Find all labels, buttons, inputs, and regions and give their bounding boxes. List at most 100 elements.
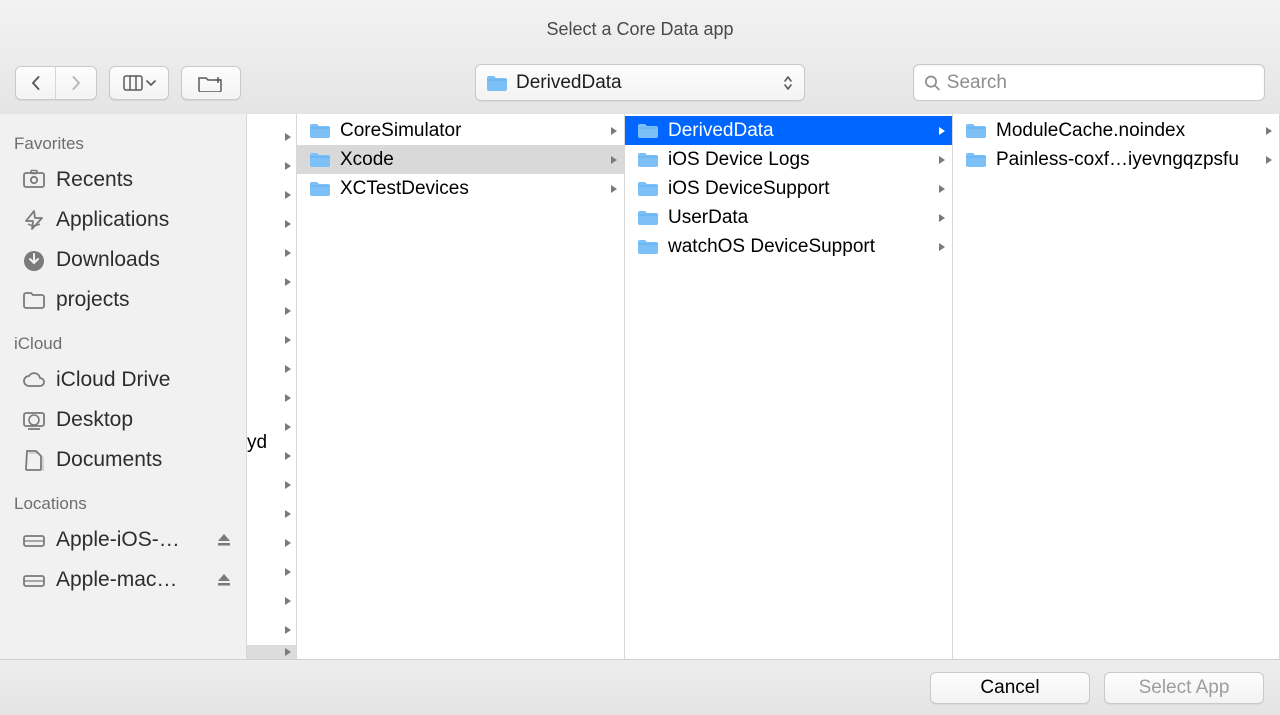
folder-icon <box>309 180 331 198</box>
eject-button[interactable] <box>216 532 232 548</box>
column-parent-row[interactable] <box>247 267 296 296</box>
sidebar-item-label: Desktop <box>56 408 133 432</box>
triangle-right-icon <box>284 647 292 657</box>
triangle-right-icon <box>284 393 292 403</box>
folder-icon <box>637 238 659 256</box>
triangle-right-icon <box>284 306 292 316</box>
column-parent-row[interactable] <box>247 238 296 267</box>
folder-icon <box>637 122 659 140</box>
view-mode-button[interactable] <box>109 66 169 100</box>
eject-button[interactable] <box>216 572 232 588</box>
list-item[interactable]: UserData <box>625 203 952 232</box>
chevron-down-icon <box>146 79 156 87</box>
column-2[interactable]: DerivedData iOS Device Logs iOS DeviceSupp… <box>625 114 953 659</box>
list-item-label: watchOS DeviceSupport <box>668 236 929 258</box>
column-parent-row[interactable] <box>247 499 296 528</box>
cancel-button[interactable]: Cancel <box>930 672 1090 704</box>
sidebar-item[interactable]: iCloud Drive <box>0 360 246 400</box>
list-item[interactable]: XCTestDevices <box>297 174 624 203</box>
sidebar-item-label: Applications <box>56 208 169 232</box>
column-parent-row[interactable] <box>247 122 296 151</box>
list-item[interactable]: ModuleCache.noindex <box>953 116 1279 145</box>
list-item-label: Painless-coxf…iyevngqzpsfu <box>996 149 1256 171</box>
column-parent-row[interactable] <box>247 470 296 499</box>
list-item[interactable]: DerivedData <box>625 116 952 145</box>
eject-icon <box>216 532 232 548</box>
search-box[interactable] <box>913 64 1265 101</box>
triangle-right-icon <box>284 190 292 200</box>
bottom-bar: Cancel Select App <box>0 659 1280 715</box>
column-parent-row[interactable] <box>247 383 296 412</box>
triangle-right-icon <box>1265 155 1273 165</box>
forward-button[interactable] <box>56 66 96 100</box>
sidebar-item[interactable]: projects <box>0 280 246 320</box>
column-parent[interactable]: yd <box>247 114 297 659</box>
column-parent-selected-row[interactable] <box>247 645 296 659</box>
window-title: Select a Core Data app <box>546 19 733 40</box>
folder-icon <box>309 151 331 169</box>
column-parent-row[interactable] <box>247 151 296 180</box>
column-3[interactable]: ModuleCache.noindex Painless-coxf…iyevngq… <box>953 114 1280 659</box>
triangle-right-icon <box>284 422 292 432</box>
column-parent-row[interactable] <box>247 354 296 383</box>
list-item[interactable]: iOS DeviceSupport <box>625 174 952 203</box>
sidebar-item[interactable]: Apple-iOS-… <box>0 520 246 560</box>
sidebar-item[interactable]: Desktop <box>0 400 246 440</box>
path-dropdown[interactable]: DerivedData <box>475 64 805 101</box>
triangle-right-icon <box>1265 126 1273 136</box>
column-parent-row[interactable] <box>247 528 296 557</box>
list-item-label: DerivedData <box>668 120 929 142</box>
folder-icon <box>637 209 659 227</box>
triangle-right-icon <box>938 126 946 136</box>
list-item[interactable]: CoreSimulator <box>297 116 624 145</box>
back-button[interactable] <box>16 66 56 100</box>
triangle-right-icon <box>284 248 292 258</box>
columns-icon <box>123 75 143 91</box>
triangle-right-icon <box>284 480 292 490</box>
sidebar-section-icloud: iCloud <box>0 328 246 360</box>
triangle-right-icon <box>938 155 946 165</box>
column-parent-row[interactable] <box>247 325 296 354</box>
list-item-label: ModuleCache.noindex <box>996 120 1256 142</box>
list-item-label: Xcode <box>340 149 601 171</box>
sidebar-item[interactable]: Applications <box>0 200 246 240</box>
folder-icon <box>309 122 331 140</box>
sidebar-item[interactable]: Recents <box>0 160 246 200</box>
list-item[interactable]: watchOS DeviceSupport <box>625 232 952 261</box>
recents-icon <box>22 169 46 191</box>
search-input[interactable] <box>947 72 1254 94</box>
list-item-label: iOS DeviceSupport <box>668 178 929 200</box>
triangle-right-icon <box>938 242 946 252</box>
column-parent-row[interactable] <box>247 209 296 238</box>
triangle-right-icon <box>284 625 292 635</box>
column-1[interactable]: CoreSimulator Xcode XCTestDevices <box>297 114 625 659</box>
triangle-right-icon <box>284 335 292 345</box>
column-parent-row[interactable] <box>247 180 296 209</box>
sidebar-item[interactable]: Downloads <box>0 240 246 280</box>
folder-icon <box>965 151 987 169</box>
sidebar-item[interactable]: Apple-mac… <box>0 560 246 600</box>
triangle-right-icon <box>284 509 292 519</box>
sidebar-item-label: Apple-iOS-… <box>56 528 180 552</box>
eject-icon <box>216 572 232 588</box>
triangle-right-icon <box>284 596 292 606</box>
list-item[interactable]: Xcode <box>297 145 624 174</box>
sidebar-item[interactable]: Documents <box>0 440 246 480</box>
list-item[interactable]: iOS Device Logs <box>625 145 952 174</box>
column-parent-row[interactable] <box>247 296 296 325</box>
column-parent-row[interactable] <box>247 586 296 615</box>
triangle-right-icon <box>610 126 618 136</box>
folder-icon <box>637 180 659 198</box>
new-folder-button[interactable] <box>181 66 241 100</box>
column-parent-row[interactable] <box>247 615 296 644</box>
sidebar-item-label: Apple-mac… <box>56 568 177 592</box>
column-parent-row[interactable] <box>247 557 296 586</box>
triangle-right-icon <box>284 132 292 142</box>
sidebar-item-label: Downloads <box>56 248 160 272</box>
list-item-label: CoreSimulator <box>340 120 601 142</box>
select-app-button[interactable]: Select App <box>1104 672 1264 704</box>
sidebar-item-label: Documents <box>56 448 162 472</box>
triangle-right-icon <box>610 184 618 194</box>
list-item[interactable]: Painless-coxf…iyevngqzpsfu <box>953 145 1279 174</box>
toolbar: DerivedData <box>0 58 1280 114</box>
